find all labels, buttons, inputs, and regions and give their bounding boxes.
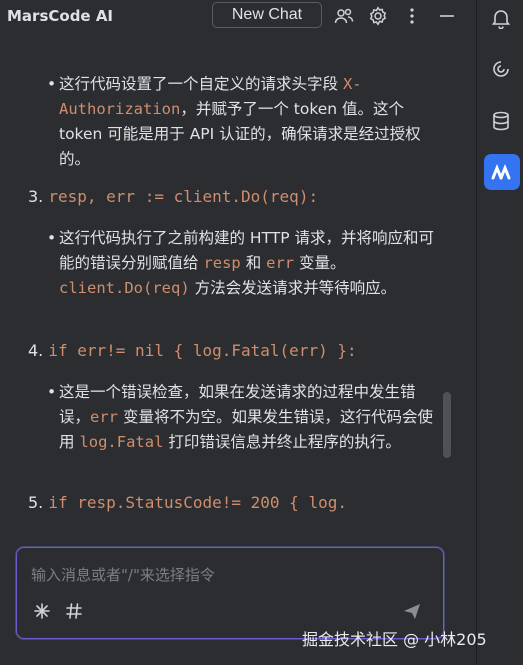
tool-rail [476, 0, 523, 665]
database-icon[interactable] [489, 109, 513, 133]
bell-icon[interactable] [489, 6, 513, 30]
list-item: • 这是一个错误检查，如果在发送请求的过程中发生错误，err 变量将不为空。如果… [47, 383, 433, 451]
code-heading: if resp.StatusCode!= 200 { log. [48, 493, 347, 512]
chat-header: MarsCode AI New Chat [0, 0, 476, 34]
watermark: 掘金技术社区 @ 小林205 [302, 630, 487, 649]
gear-icon[interactable] [367, 5, 389, 27]
hash-icon[interactable] [63, 600, 85, 622]
sparkle-icon[interactable] [31, 600, 53, 622]
users-icon[interactable] [333, 5, 355, 27]
scrollbar-thumb[interactable] [443, 392, 451, 458]
new-chat-button[interactable]: New Chat [212, 2, 322, 28]
minimize-icon[interactable] [436, 5, 458, 27]
list-item-heading: 4. if err!= nil { log.Fatal(err) }: [28, 341, 357, 360]
list-item-heading: 3. resp, err := client.Do(req): [28, 187, 319, 206]
list-item: • 这行代码设置了一个自定义的请求头字段 X-Authorization，并赋予… [47, 75, 421, 168]
app-title: MarsCode AI [7, 7, 114, 25]
list-item: • 这行代码执行了之前构建的 HTTP 请求，并将响应和可能的错误分别赋值给 r… [47, 229, 435, 297]
send-icon[interactable] [401, 600, 423, 622]
more-vertical-icon[interactable] [401, 5, 423, 27]
conversation-area: • 这行代码设置了一个自定义的请求头字段 X-Authorization，并赋予… [0, 34, 476, 534]
marscode-logo-icon[interactable] [484, 154, 520, 190]
code-heading: if err!= nil { log.Fatal(err) }: [48, 341, 357, 360]
message-input[interactable]: 输入消息或者"/"来选择指令 [31, 564, 215, 585]
list-item-heading: 5. if resp.StatusCode!= 200 { log. [28, 493, 347, 512]
swirl-icon[interactable] [489, 57, 513, 81]
code-heading: resp, err := client.Do(req): [48, 187, 319, 206]
